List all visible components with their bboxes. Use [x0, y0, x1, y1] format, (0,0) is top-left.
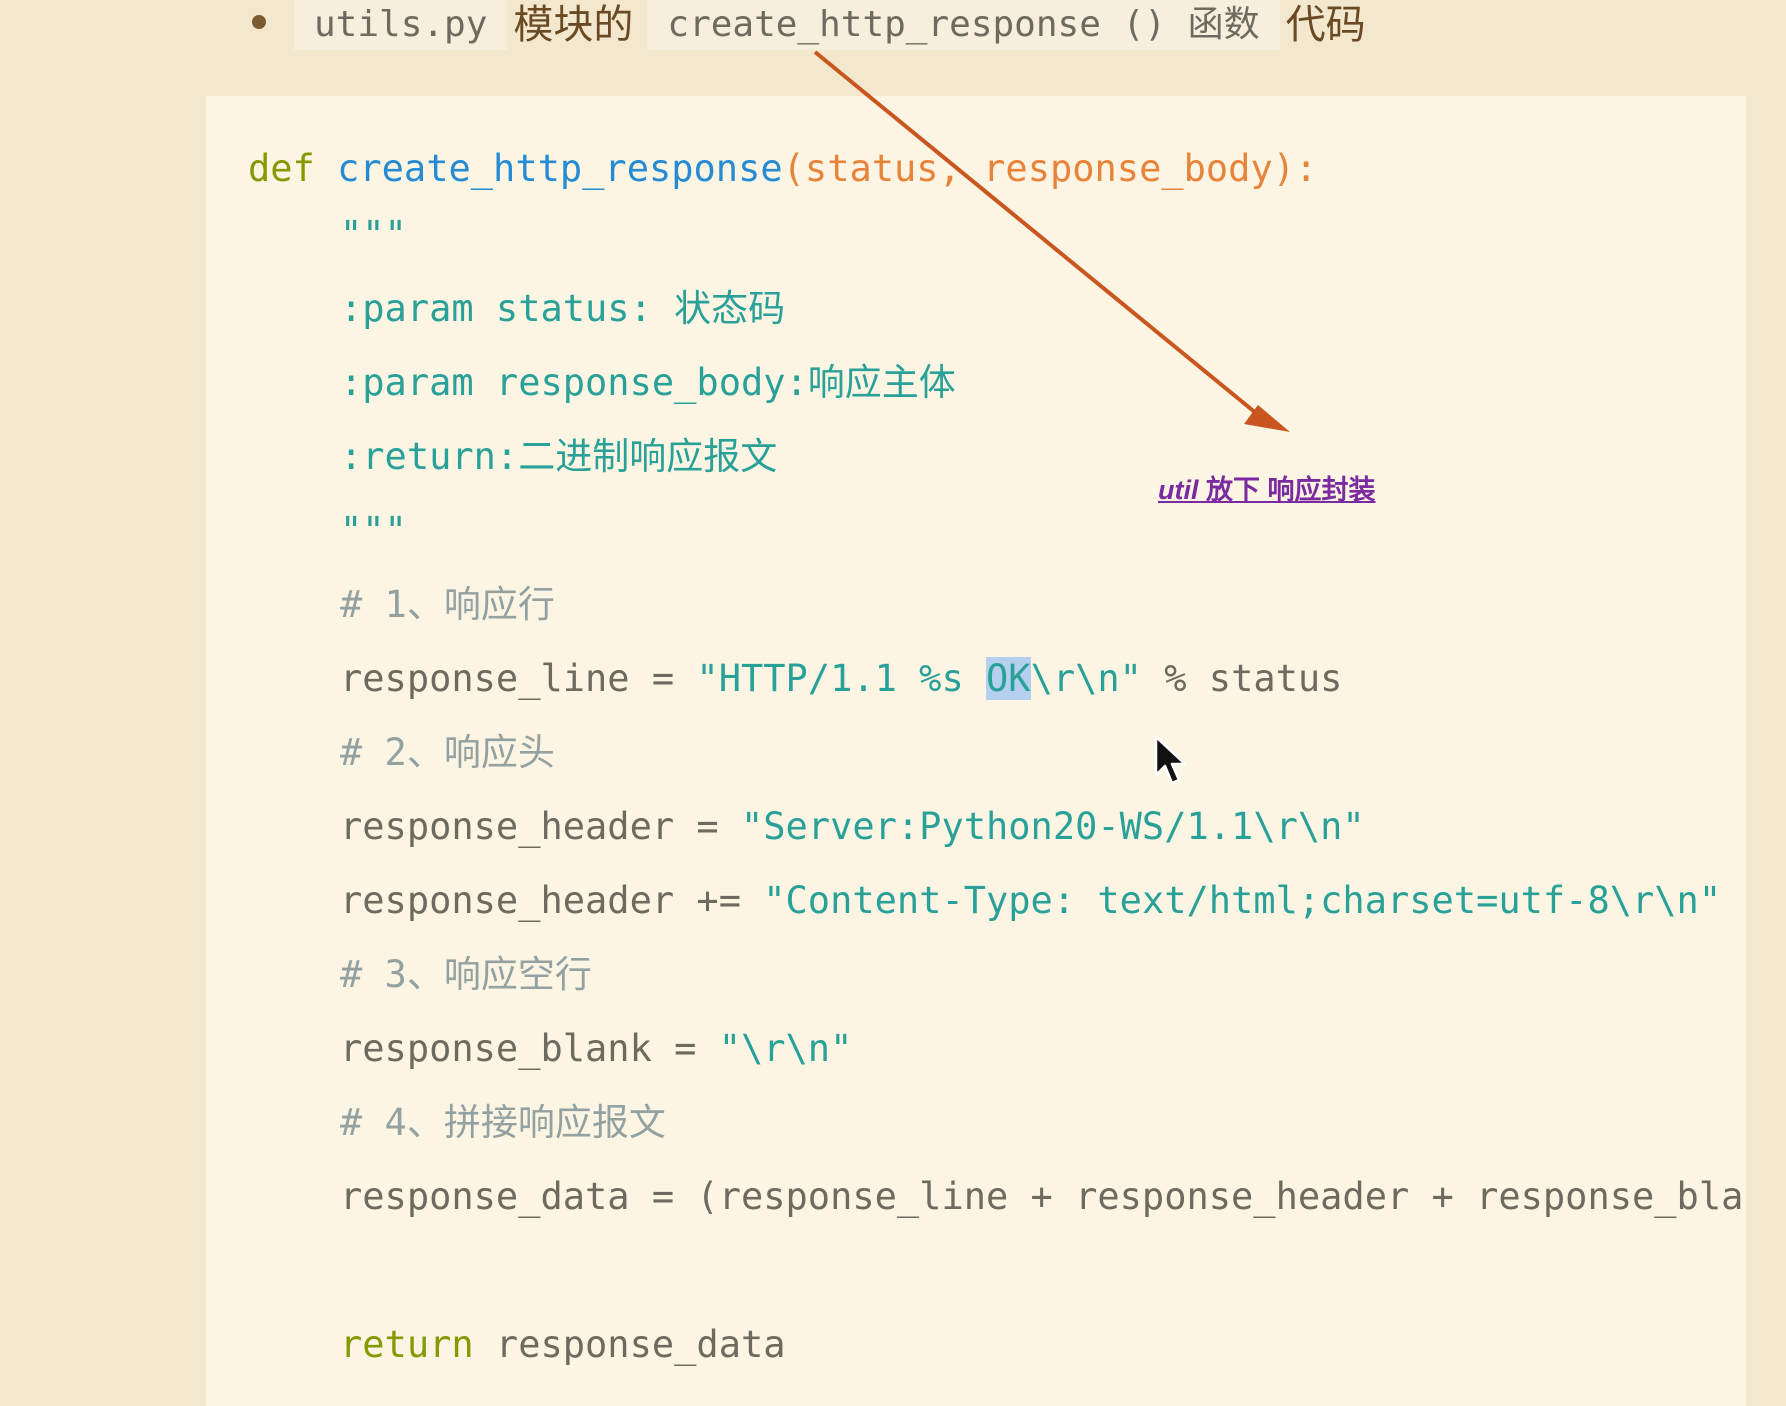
mouse-pointer-icon	[1154, 735, 1187, 785]
response-line-format: % status	[1141, 657, 1343, 700]
param-status: status	[804, 147, 939, 190]
response-blank-assign: response_blank =	[340, 1027, 719, 1070]
docstring-return: :return:二进制响应报文	[340, 434, 777, 480]
heading-text-module: 模块的	[513, 2, 634, 48]
code-line-return: return response_data	[340, 1322, 786, 1368]
response-header-append-assign: response_header +=	[340, 879, 764, 922]
function-name: create_http_response	[667, 4, 1101, 45]
def-keyword: def	[248, 147, 315, 190]
comment-response-header: # 2、响应头	[340, 731, 555, 774]
code-line-response-header: response_header = "Server:Python20-WS/1.…	[340, 804, 1365, 850]
param-comma: ,	[938, 147, 984, 190]
code-line-response-header-append: response_header += "Content-Type: text/h…	[340, 878, 1721, 924]
comment-response-data: # 4、拼接响应报文	[340, 1101, 666, 1144]
docstring-return-text: :return:二进制响应报文	[340, 435, 778, 478]
docstring-param-status: :param status: 状态码	[340, 286, 785, 332]
open-paren: (	[782, 147, 805, 190]
response-blank-string: "\r\n"	[718, 1027, 853, 1070]
annotation-italic: util	[1158, 475, 1199, 505]
docstring-param-body-text: :param response_body:响应主体	[340, 361, 956, 404]
docstring-param-body: :param response_body:响应主体	[340, 360, 956, 406]
annotation-text: 放下 响应封装	[1198, 475, 1376, 505]
content-type-string: "Content-Type: text/html;charset=utf-8\r…	[763, 879, 1722, 922]
comment-response-blank: # 3、响应空行	[340, 953, 592, 996]
annotation-link[interactable]: util 放下 响应封装	[1158, 468, 1376, 507]
function-word: 函数	[1187, 4, 1260, 45]
function-code: create_http_response () 函数	[647, 0, 1280, 50]
docstring-close: """	[340, 509, 407, 552]
close-paren-colon: ):	[1272, 147, 1318, 190]
function-name-def: create_http_response	[337, 147, 783, 190]
function-parens: ()	[1122, 4, 1166, 45]
code-block[interactable]: def create_http_response(status, respons…	[206, 96, 1746, 1406]
response-header-assign: response_header =	[340, 805, 741, 848]
bullet-dot-icon	[252, 15, 266, 29]
response-line-string-a: "HTTP/1.1 %s	[696, 657, 987, 700]
param-response-body: response_body	[983, 147, 1273, 190]
filename-code: utils.py	[294, 0, 508, 50]
code-line-response-line: response_line = "HTTP/1.1 %s OK\r\n" % s…	[340, 656, 1342, 702]
response-line-string-b: \r\n"	[1030, 657, 1142, 700]
docstring-param-status-text: :param status: 状态码	[340, 287, 786, 330]
return-value: response_data	[473, 1323, 786, 1366]
heading-text-code: 代码	[1285, 2, 1366, 48]
comment-response-line: # 1、响应行	[340, 583, 555, 626]
code-line-response-blank: response_blank = "\r\n"	[340, 1026, 852, 1072]
code-line-def: def create_http_response(status, respons…	[248, 146, 1317, 192]
heading-text: utils.py 模块的 create_http_response () 函数 …	[294, 0, 1380, 50]
return-keyword: return	[340, 1323, 474, 1366]
response-line-assign: response_line =	[340, 657, 697, 700]
code-line-response-data: response_data = (response_line + respons…	[340, 1175, 1746, 1218]
docstring-open: """	[340, 213, 407, 256]
heading-bullet-item: utils.py 模块的 create_http_response () 函数 …	[0, 0, 1786, 60]
selected-text[interactable]: OK	[986, 657, 1031, 700]
response-header-string: "Server:Python20-WS/1.1\r\n"	[740, 805, 1365, 848]
